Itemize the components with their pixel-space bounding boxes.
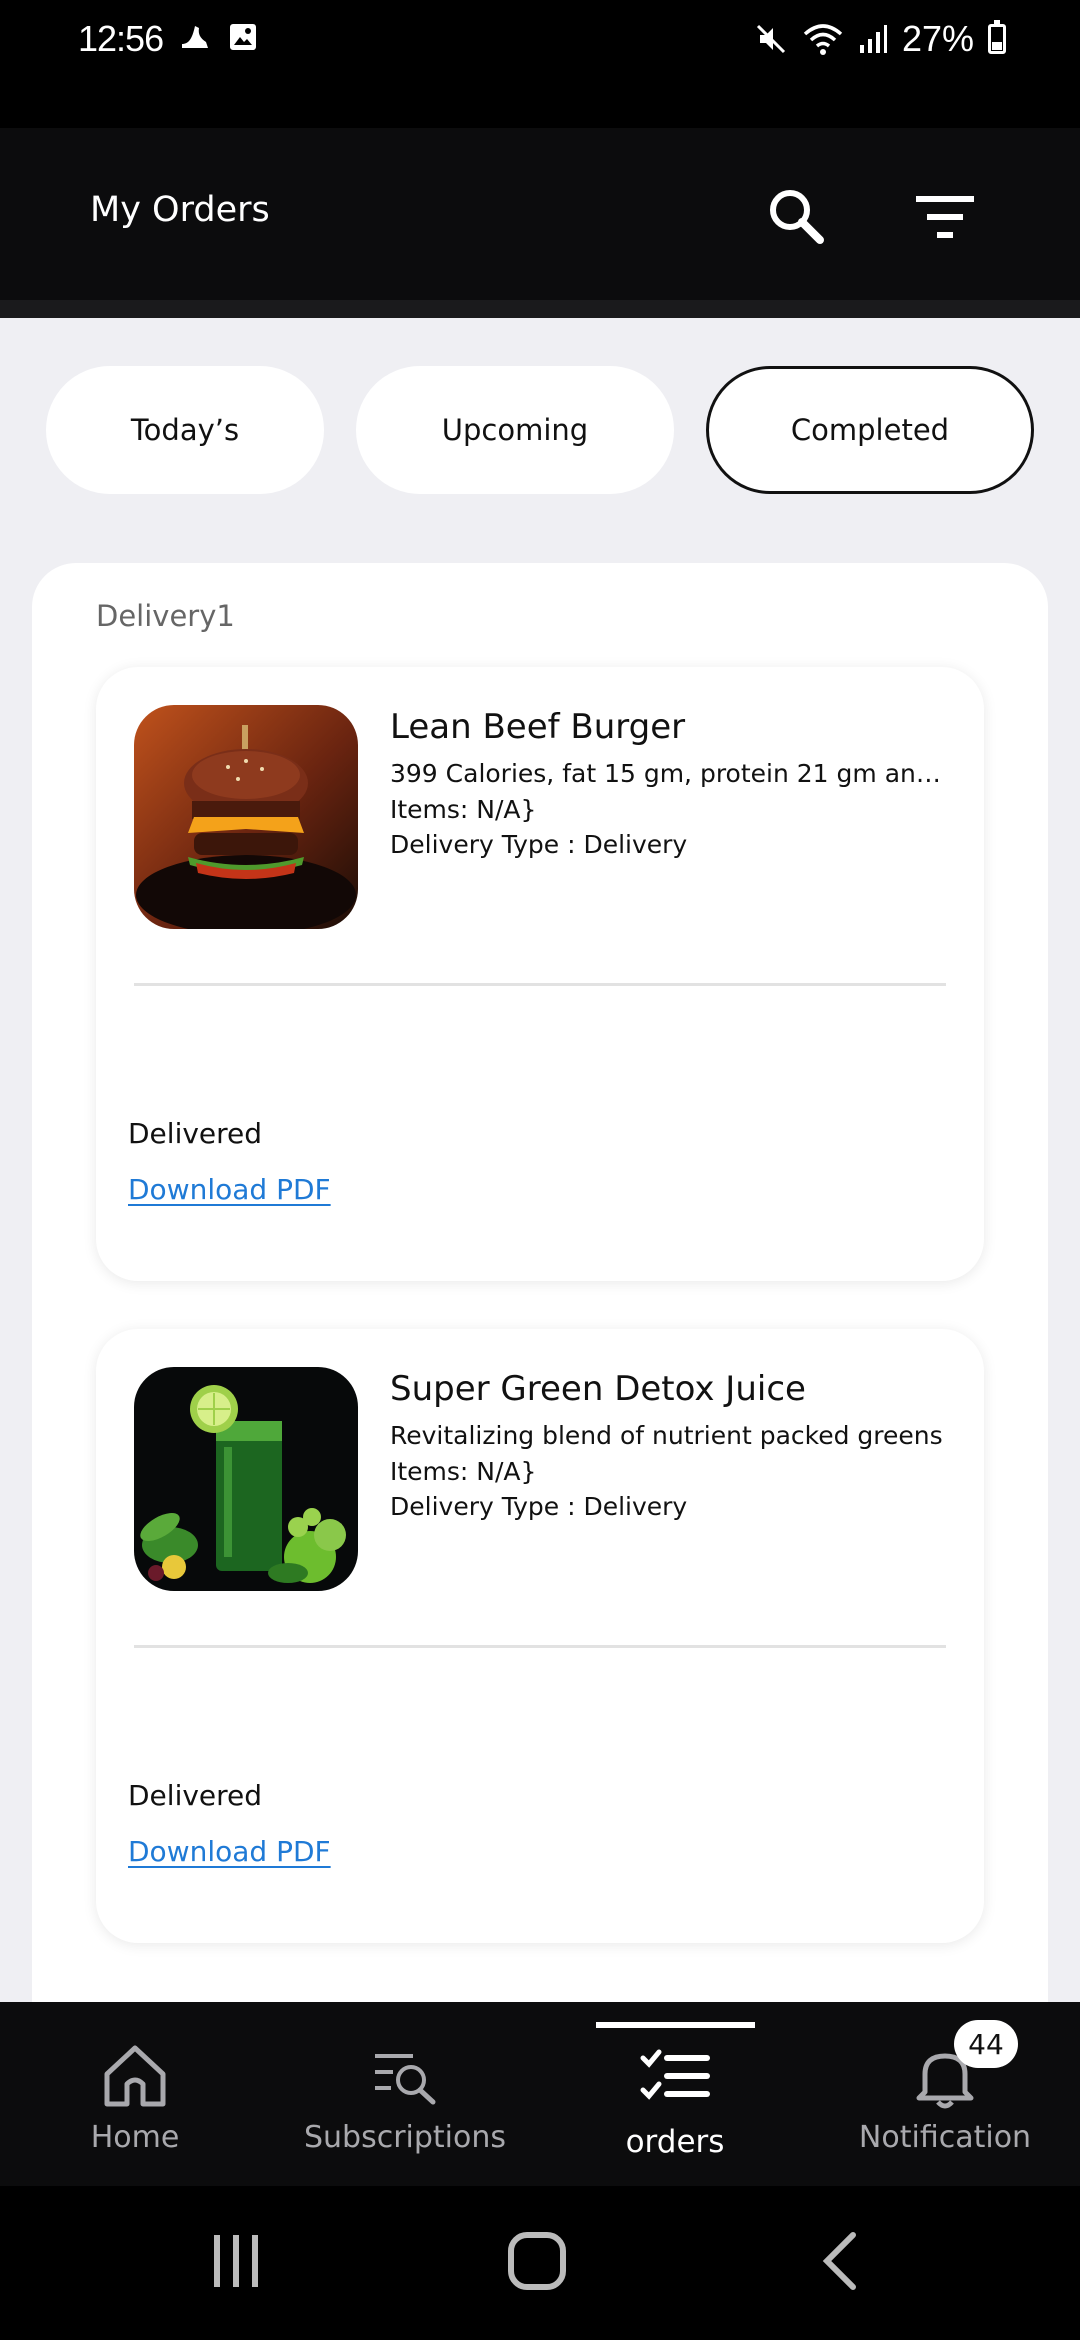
order-delivery-type: Delivery Type : Delivery: [390, 830, 688, 859]
nav-subscriptions-label: Subscriptions: [303, 2120, 507, 2155]
status-bar: 12:56 27%: [0, 0, 1080, 128]
search-icon: [770, 190, 824, 244]
order-status: Delivered: [128, 1117, 263, 1150]
tab-completed[interactable]: Completed: [706, 366, 1034, 494]
home-circle-icon: [508, 2232, 566, 2290]
filter-icon: [916, 196, 974, 238]
order-card[interactable]: Super Green Detox Juice Revitalizing ble…: [96, 1329, 984, 1943]
delivery-group-label: Delivery1: [96, 599, 235, 633]
order-title: Lean Beef Burger: [390, 707, 686, 747]
burger-image: [134, 705, 358, 929]
download-pdf-link[interactable]: Download PDF: [128, 1173, 331, 1206]
nav-orders[interactable]: orders: [595, 2002, 755, 2186]
subscriptions-search-icon: [375, 2054, 436, 2105]
shoe-icon: [182, 26, 208, 48]
tab-upcoming[interactable]: Upcoming: [356, 366, 674, 494]
nav-subscriptions[interactable]: Subscriptions: [290, 2002, 520, 2186]
recent-apps-button[interactable]: [196, 2226, 276, 2296]
checklist-icon: [640, 2049, 710, 2100]
battery-icon: [988, 20, 1006, 54]
home-icon: [104, 2045, 166, 2107]
nav-notification-label: Notification: [858, 2120, 1032, 2155]
divider: [134, 1645, 946, 1648]
search-button[interactable]: [762, 182, 832, 252]
green-juice-image: [134, 1367, 358, 1591]
order-delivery-type: Delivery Type : Delivery: [390, 1492, 688, 1521]
nav-notification[interactable]: Notification 44: [850, 2002, 1040, 2186]
recent-apps-icon: [214, 2235, 258, 2287]
nav-home-label: Home: [90, 2120, 180, 2155]
order-title: Super Green Detox Juice: [390, 1369, 806, 1409]
wifi-icon: [803, 24, 843, 55]
image-icon: [230, 24, 256, 50]
status-time: 12:56: [78, 18, 164, 59]
download-pdf-link[interactable]: Download PDF: [128, 1835, 331, 1868]
bottom-nav: Home Subscriptions orders Notification 4…: [0, 2002, 1080, 2186]
battery-percent: 27%: [901, 18, 974, 59]
signal-icon: [859, 25, 887, 53]
order-status: Delivered: [128, 1779, 263, 1812]
orders-panel: Delivery1 Lean Beef Burger 399 Calories,…: [32, 563, 1048, 2063]
order-description: 399 Calories, fat 15 gm, protein 21 gm a…: [390, 759, 950, 788]
divider: [134, 983, 946, 986]
order-description: Revitalizing blend of nutrient packed gr…: [390, 1421, 943, 1450]
system-nav-bar: [0, 2186, 1080, 2340]
app-bar: My Orders: [0, 128, 1080, 300]
tab-todays[interactable]: Today’s: [46, 366, 324, 494]
back-icon: [822, 2232, 856, 2290]
back-button[interactable]: [800, 2226, 880, 2296]
home-system-button[interactable]: [497, 2226, 577, 2296]
filter-button[interactable]: [912, 188, 982, 248]
nav-home[interactable]: Home: [60, 2002, 210, 2186]
order-card[interactable]: Lean Beef Burger 399 Calories, fat 15 gm…: [96, 667, 984, 1281]
nav-orders-label: orders: [625, 2124, 725, 2160]
notification-badge: 44: [954, 2020, 1018, 2068]
order-items: Items: N/A}: [390, 1457, 537, 1486]
mute-icon: [756, 24, 785, 54]
page-title: My Orders: [90, 190, 270, 230]
order-items: Items: N/A}: [390, 795, 537, 824]
